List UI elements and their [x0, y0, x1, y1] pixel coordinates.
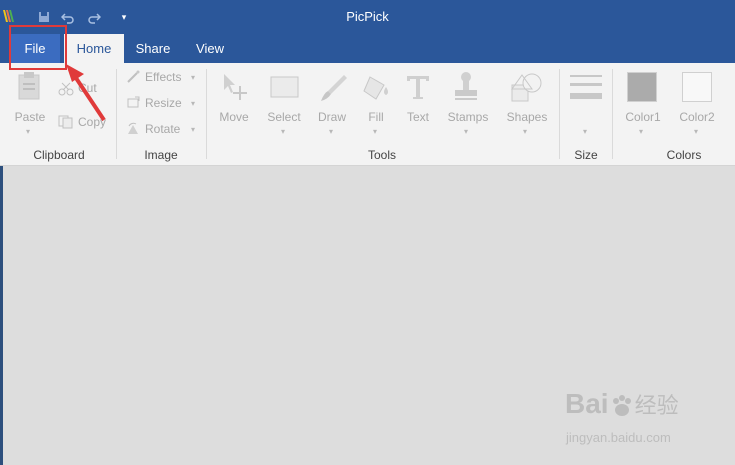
stamps-icon [455, 72, 477, 100]
image-group-label: Image [144, 148, 178, 162]
stamps-dropdown-icon[interactable]: ▾ [464, 127, 468, 136]
effects-dropdown-icon[interactable]: ▾ [191, 73, 195, 82]
select-button[interactable]: Select [264, 110, 304, 124]
color1-dropdown-icon[interactable]: ▾ [639, 127, 643, 136]
fill-button[interactable]: Fill [356, 110, 396, 124]
shapes-button[interactable]: Shapes [502, 110, 552, 124]
paw-logo-icon [612, 394, 631, 416]
size-dropdown-icon[interactable]: ▾ [583, 127, 587, 136]
select-icon [270, 76, 299, 98]
divider [116, 69, 117, 159]
divider [206, 69, 207, 159]
ribbon-tab-row: File Home Share View [0, 34, 735, 63]
title-bar: ▾ PicPick [0, 0, 735, 34]
file-tab-highlight-box [9, 25, 67, 70]
rotate-icon [128, 122, 138, 134]
draw-button[interactable]: Draw [312, 110, 352, 124]
resize-button[interactable]: Resize [145, 96, 182, 110]
color1-swatch[interactable] [627, 72, 657, 102]
tools-group-label: Tools [367, 148, 396, 162]
draw-dropdown-icon[interactable]: ▾ [329, 127, 333, 136]
paste-dropdown-icon[interactable]: ▾ [26, 127, 30, 136]
color2-button[interactable]: Color2 [674, 110, 720, 124]
color2-dropdown-icon[interactable]: ▾ [694, 127, 698, 136]
select-dropdown-icon[interactable]: ▾ [281, 127, 285, 136]
ribbon: Paste ▾ Cut Copy Clipboard Effects ▾ Res… [0, 63, 735, 166]
paste-icon [18, 72, 40, 100]
shapes-dropdown-icon[interactable]: ▾ [523, 127, 527, 136]
move-icon [224, 74, 247, 100]
color1-button[interactable]: Color1 [620, 110, 666, 124]
size-group-label: Size [574, 148, 598, 162]
tab-share[interactable]: Share [128, 34, 178, 63]
effects-icon [127, 70, 140, 83]
watermark-brand: Bai 经验 [565, 388, 679, 419]
divider [612, 69, 613, 159]
clipboard-group-label: Clipboard [33, 148, 85, 162]
shapes-icon [511, 73, 542, 102]
tab-home[interactable]: Home [64, 34, 124, 63]
fill-dropdown-icon[interactable]: ▾ [373, 127, 377, 136]
text-icon [407, 76, 429, 99]
draw-icon [321, 75, 347, 101]
size-lines-icon[interactable] [570, 74, 602, 102]
paste-button[interactable]: Paste [8, 110, 52, 124]
resize-dropdown-icon[interactable]: ▾ [191, 99, 195, 108]
color2-swatch[interactable] [682, 72, 712, 102]
canvas-area[interactable] [0, 166, 735, 465]
resize-icon [127, 96, 140, 108]
tab-view[interactable]: View [184, 34, 236, 63]
rotate-dropdown-icon[interactable]: ▾ [191, 125, 195, 134]
annotation-arrow-icon [66, 64, 106, 122]
move-button[interactable]: Move [214, 110, 254, 124]
window-edge [0, 166, 3, 465]
fill-icon [363, 76, 388, 100]
divider [559, 69, 560, 159]
text-button[interactable]: Text [398, 110, 438, 124]
rotate-button[interactable]: Rotate [145, 122, 180, 136]
window-title: PicPick [346, 9, 389, 24]
colors-group-label: Colors [666, 148, 702, 162]
stamps-button[interactable]: Stamps [441, 110, 495, 124]
effects-button[interactable]: Effects [145, 70, 181, 84]
watermark-url: jingyan.baidu.com [566, 430, 671, 445]
